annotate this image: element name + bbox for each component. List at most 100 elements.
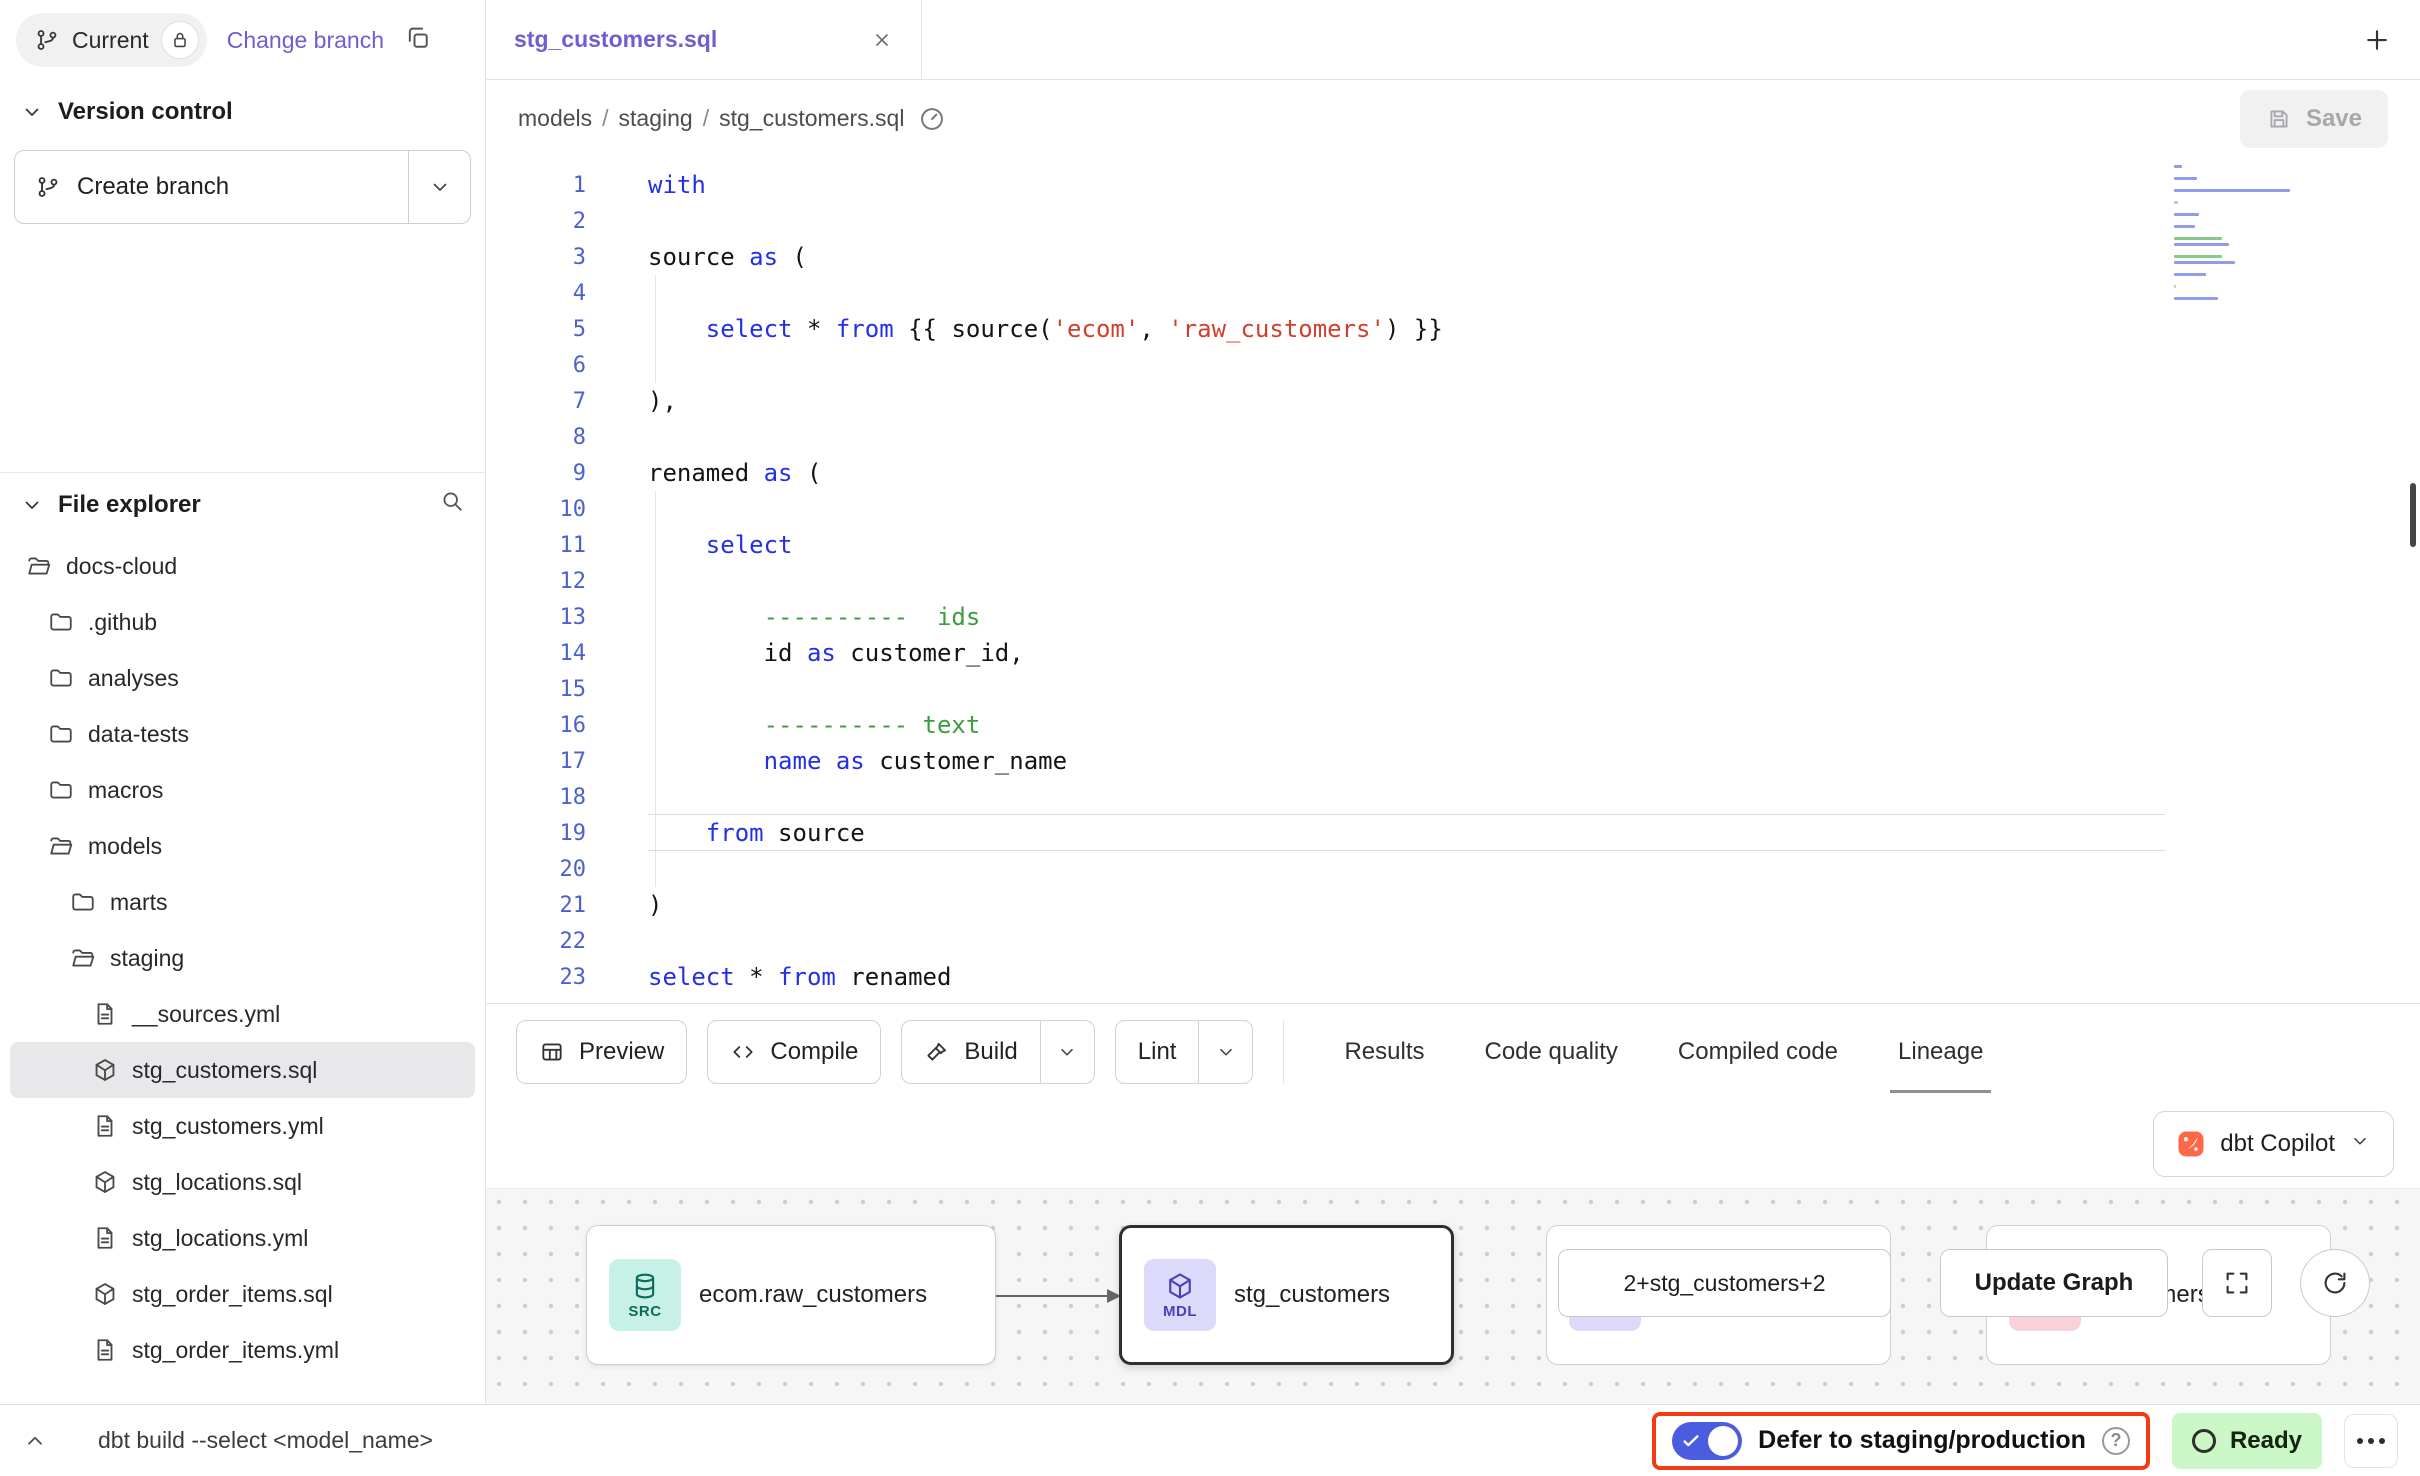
editor-scrollbar[interactable] (2410, 483, 2416, 547)
code-line-19[interactable]: 19 from source (486, 815, 2420, 851)
search-icon[interactable] (439, 488, 465, 521)
code-line-11[interactable]: 11 select (486, 527, 2420, 563)
file-explorer-header[interactable]: File explorer (0, 472, 485, 536)
lineage-node-source[interactable]: SRC ecom.raw_customers (586, 1225, 996, 1365)
model-icon (92, 1281, 118, 1307)
defer-toggle[interactable] (1672, 1422, 1742, 1460)
tab-stg-customers-sql[interactable]: stg_customers.sql (486, 0, 922, 79)
lint-button[interactable]: Lint (1115, 1020, 1254, 1084)
tree-item-analyses[interactable]: analyses (10, 650, 475, 706)
code-line-1[interactable]: 1with (486, 167, 2420, 203)
sidebar: Current Change branch Version control Cr… (0, 0, 486, 1404)
code-line-3[interactable]: 3source as ( (486, 239, 2420, 275)
code-line-13[interactable]: 13 ---------- ids (486, 599, 2420, 635)
refresh-button[interactable] (2300, 1249, 2370, 1317)
action-label: Preview (579, 1038, 664, 1066)
code-line-12[interactable]: 12 (486, 563, 2420, 599)
current-branch-pill[interactable]: Current (16, 13, 207, 67)
code-line-16[interactable]: 16 ---------- text (486, 707, 2420, 743)
tree-item-label: stg_locations.yml (132, 1225, 308, 1252)
lineage-node-stg-customers[interactable]: MDL stg_customers (1119, 1225, 1454, 1365)
code-line-8[interactable]: 8 (486, 419, 2420, 455)
copy-icon[interactable] (404, 24, 432, 57)
tree-item-stg_locations.sql[interactable]: stg_locations.sql (10, 1154, 475, 1210)
code-text: ---------- ids (586, 603, 980, 631)
breadcrumb-models[interactable]: models (518, 105, 592, 132)
lineage-selector-input[interactable] (1558, 1249, 1891, 1317)
cube-icon (1165, 1271, 1195, 1301)
tree-item-label: staging (110, 945, 184, 972)
build-icon (924, 1039, 950, 1065)
help-icon[interactable]: ? (2102, 1427, 2130, 1455)
build-button[interactable]: Build (901, 1020, 1094, 1084)
dbt-ide-app: Current Change branch Version control Cr… (0, 0, 2420, 1476)
version-control-header[interactable]: Version control (0, 80, 485, 144)
tree-item-staging[interactable]: staging (10, 930, 475, 986)
code-line-5[interactable]: 5 select * from {{ source('ecom', 'raw_c… (486, 311, 2420, 347)
fullscreen-button[interactable] (2202, 1249, 2272, 1317)
code-text: source as ( (586, 243, 807, 271)
build-dropdown-caret[interactable] (1040, 1021, 1094, 1083)
code-line-15[interactable]: 15 (486, 671, 2420, 707)
file-status-icon[interactable] (918, 105, 946, 133)
tree-item-stg_order_items.yml[interactable]: stg_order_items.yml (10, 1322, 475, 1378)
close-icon[interactable] (871, 29, 893, 51)
compile-button[interactable]: Compile (707, 1020, 881, 1084)
tab-code-quality[interactable]: Code quality (1455, 1004, 1648, 1101)
minimap[interactable] (2174, 165, 2296, 303)
breadcrumb-file[interactable]: stg_customers.sql (719, 105, 904, 132)
tree-item-.github[interactable]: .github (10, 594, 475, 650)
tab-results[interactable]: Results (1314, 1004, 1454, 1101)
tree-item-stg_order_items.sql[interactable]: stg_order_items.sql (10, 1266, 475, 1322)
code-line-18[interactable]: 18 (486, 779, 2420, 815)
tree-item-macros[interactable]: macros (10, 762, 475, 818)
tree-item-__sources.yml[interactable]: __sources.yml (10, 986, 475, 1042)
code-line-9[interactable]: 9renamed as ( (486, 455, 2420, 491)
code-line-10[interactable]: 10 (486, 491, 2420, 527)
code-line-22[interactable]: 22 (486, 923, 2420, 959)
tree-item-models[interactable]: models (10, 818, 475, 874)
status-badge: Ready (2172, 1413, 2322, 1469)
tree-item-stg_customers.sql[interactable]: stg_customers.sql (10, 1042, 475, 1098)
code-editor[interactable]: 1with23source as (45 select * from {{ so… (486, 157, 2420, 1003)
toolbar-divider (1283, 1020, 1284, 1084)
defer-label: Defer to staging/production (1758, 1426, 2086, 1455)
lineage-canvas[interactable]: MDL customers SEM customers SRC (486, 1188, 2420, 1404)
tree-item-docs-cloud[interactable]: docs-cloud (10, 538, 475, 594)
code-line-21[interactable]: 21) (486, 887, 2420, 923)
code-line-14[interactable]: 14 id as customer_id, (486, 635, 2420, 671)
tab-compiled-code[interactable]: Compiled code (1648, 1004, 1868, 1101)
breadcrumb-staging[interactable]: staging (619, 105, 693, 132)
file-tree: docs-cloud.githubanalysesdata-testsmacro… (0, 536, 485, 1404)
tree-item-data-tests[interactable]: data-tests (10, 706, 475, 762)
toggle-knob (1708, 1426, 1738, 1456)
create-branch-caret[interactable] (408, 151, 470, 223)
code-line-6[interactable]: 6 (486, 347, 2420, 383)
save-button[interactable]: Save (2240, 90, 2388, 148)
tree-item-marts[interactable]: marts (10, 874, 475, 930)
action-label: Compile (770, 1038, 858, 1066)
dbt-copilot-button[interactable]: dbt Copilot (2153, 1111, 2394, 1177)
code-line-2[interactable]: 2 (486, 203, 2420, 239)
tree-item-label: stg_locations.sql (132, 1169, 302, 1196)
branch-bar: Current Change branch (0, 0, 485, 80)
content-column: stg_customers.sql models / staging / stg… (486, 0, 2420, 1404)
tree-item-stg_locations.yml[interactable]: stg_locations.yml (10, 1210, 475, 1266)
preview-button[interactable]: Preview (516, 1020, 687, 1084)
update-graph-button[interactable]: Update Graph (1940, 1249, 2168, 1317)
more-options-button[interactable] (2344, 1414, 2398, 1468)
code-line-20[interactable]: 20 (486, 851, 2420, 887)
code-line-4[interactable]: 4 (486, 275, 2420, 311)
tab-lineage[interactable]: Lineage (1868, 1004, 2013, 1101)
change-branch-link[interactable]: Change branch (227, 27, 384, 54)
code-line-23[interactable]: 23select * from renamed (486, 959, 2420, 995)
breadcrumb-separator: / (703, 105, 709, 132)
new-tab-button[interactable] (2362, 25, 2392, 55)
code-line-7[interactable]: 7), (486, 383, 2420, 419)
create-branch-button[interactable]: Create branch (15, 151, 408, 223)
lint-dropdown-caret[interactable] (1198, 1021, 1252, 1083)
code-line-17[interactable]: 17 name as customer_name (486, 743, 2420, 779)
line-number: 1 (486, 173, 586, 198)
chevron-up-icon[interactable] (22, 1428, 48, 1454)
tree-item-stg_customers.yml[interactable]: stg_customers.yml (10, 1098, 475, 1154)
